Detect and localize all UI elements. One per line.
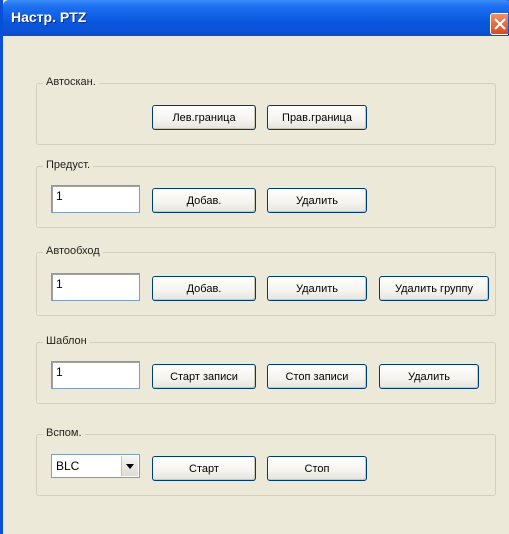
aux-start-button[interactable]: Старт bbox=[152, 456, 256, 481]
dropdown-arrow-button[interactable] bbox=[121, 456, 138, 476]
preset-add-button[interactable]: Добав. bbox=[152, 188, 256, 213]
aux-group: Вспом. BLC Старт Стоп bbox=[36, 427, 496, 496]
pattern-delete-button[interactable]: Удалить bbox=[379, 364, 479, 389]
left-bound-button[interactable]: Лев.граница bbox=[152, 105, 256, 130]
preset-number-input[interactable]: 1 bbox=[51, 185, 140, 213]
tour-group: Автообход 1 Добав. Удалить Удалить групп… bbox=[36, 245, 496, 316]
pattern-legend: Шаблон bbox=[43, 335, 90, 347]
aux-stop-button[interactable]: Стоп bbox=[267, 456, 367, 481]
preset-group: Предуст. 1 Добав. Удалить bbox=[36, 159, 496, 228]
window-title: Настр. PTZ bbox=[11, 9, 87, 25]
pattern-number-input[interactable]: 1 bbox=[51, 361, 140, 389]
chevron-down-icon bbox=[126, 464, 134, 469]
aux-function-select[interactable]: BLC bbox=[51, 454, 140, 478]
tour-number-input[interactable]: 1 bbox=[51, 273, 140, 301]
ptz-settings-window: Настр. PTZ Автоскан. Лев.граница Прав.гр… bbox=[0, 0, 509, 534]
tour-add-button[interactable]: Добав. bbox=[152, 276, 256, 301]
aux-legend: Вспом. bbox=[43, 427, 85, 439]
tour-delete-button[interactable]: Удалить bbox=[267, 276, 367, 301]
pattern-group: Шаблон 1 Старт записи Стоп записи Удалит… bbox=[36, 335, 496, 404]
autoscan-legend: Автоскан. bbox=[43, 76, 99, 88]
aux-selected-value: BLC bbox=[56, 459, 80, 473]
dialog-body: Автоскан. Лев.граница Прав.граница Преду… bbox=[6, 36, 509, 534]
tour-delete-group-button[interactable]: Удалить группу bbox=[379, 276, 489, 301]
preset-legend: Предуст. bbox=[43, 159, 94, 171]
close-button[interactable] bbox=[490, 13, 508, 35]
autoscan-group: Автоскан. Лев.граница Прав.граница bbox=[36, 76, 496, 145]
title-bar[interactable]: Настр. PTZ bbox=[3, 0, 509, 36]
stop-record-button[interactable]: Стоп записи bbox=[267, 364, 367, 389]
start-record-button[interactable]: Старт записи bbox=[152, 364, 256, 389]
close-icon bbox=[494, 18, 506, 30]
tour-legend: Автообход bbox=[43, 245, 103, 257]
preset-delete-button[interactable]: Удалить bbox=[267, 188, 367, 213]
right-bound-button[interactable]: Прав.граница bbox=[267, 105, 367, 130]
